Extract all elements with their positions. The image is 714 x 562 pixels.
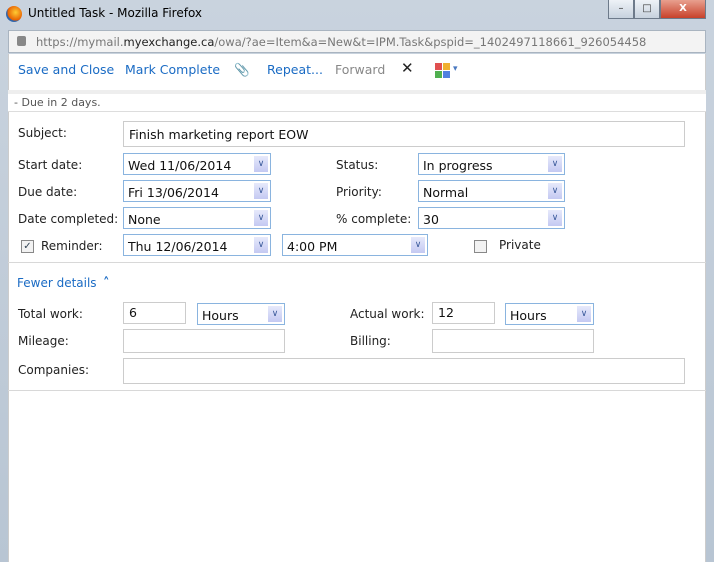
forward-button[interactable]: Forward [335, 62, 385, 77]
window-title: Untitled Task - Mozilla Firefox [28, 6, 203, 20]
total-work-label: Total work: [18, 307, 83, 321]
subject-label: Subject: [18, 126, 67, 140]
divider [8, 262, 706, 263]
chevron-down-icon: ∨ [254, 156, 268, 172]
private-label: Private [499, 238, 541, 252]
reminder-date-select[interactable]: Thu 12/06/2014 ∨ [123, 234, 271, 256]
chevron-down-icon: ∨ [577, 306, 591, 322]
chevron-down-icon: ∨ [411, 237, 425, 253]
mileage-input[interactable] [123, 329, 285, 353]
reminder-checkbox[interactable]: ✓ [21, 240, 34, 253]
save-and-close-button[interactable]: Save and Close [18, 62, 114, 77]
due-date-label: Due date: [18, 185, 78, 199]
chevron-down-icon: ∨ [254, 237, 268, 253]
bullet: - [14, 96, 18, 109]
chevron-down-icon: ∨ [548, 183, 562, 199]
date-completed-label: Date completed: [18, 212, 119, 226]
percent-complete-select[interactable]: 30 ∨ [418, 207, 565, 229]
reminder-label: Reminder: [41, 239, 103, 253]
companies-label: Companies: [18, 363, 89, 377]
categorize-dropdown-icon[interactable]: ▾ [453, 64, 458, 74]
start-date-label: Start date: [18, 158, 83, 172]
chevron-down-icon: ∨ [548, 210, 562, 226]
categorize-icon[interactable] [435, 63, 450, 78]
actual-work-label: Actual work: [350, 307, 425, 321]
fewer-details-link[interactable]: Fewer details [17, 276, 97, 290]
subject-input[interactable]: Finish marketing report EOW [123, 121, 685, 147]
reminder-time-select[interactable]: 4:00 PM ∨ [282, 234, 428, 256]
info-bar: - Due in 2 days. [8, 90, 706, 112]
start-date-select[interactable]: Wed 11/06/2014 ∨ [123, 153, 271, 175]
private-checkbox[interactable] [474, 240, 487, 253]
chevron-up-icon[interactable]: ˄ [103, 276, 110, 291]
actual-work-input[interactable]: 12 [432, 302, 495, 324]
divider [8, 390, 706, 391]
total-work-unit-select[interactable]: Hours ∨ [197, 303, 285, 325]
lock-icon [17, 36, 26, 46]
close-button[interactable]: X [660, 0, 706, 19]
mark-complete-button[interactable]: Mark Complete [125, 62, 220, 77]
title-bar: Untitled Task - Mozilla Firefox – □ X [0, 0, 714, 28]
status-select[interactable]: In progress ∨ [418, 153, 565, 175]
url-text: https://mymail.myexchange.ca/owa/?ae=Ite… [36, 35, 647, 49]
date-completed-select[interactable]: None ∨ [123, 207, 271, 229]
status-label: Status: [336, 158, 379, 172]
due-text: Due in 2 days. [21, 96, 101, 109]
chevron-down-icon: ∨ [254, 183, 268, 199]
mileage-label: Mileage: [18, 334, 69, 348]
total-work-input[interactable]: 6 [123, 302, 186, 324]
paperclip-icon[interactable]: 📎 [234, 62, 250, 78]
percent-complete-label: % complete: [336, 212, 412, 226]
billing-label: Billing: [350, 334, 391, 348]
chevron-down-icon: ∨ [268, 306, 282, 322]
due-date-select[interactable]: Fri 13/06/2014 ∨ [123, 180, 271, 202]
firefox-icon [6, 6, 22, 22]
companies-input[interactable] [123, 358, 685, 384]
chevron-down-icon: ∨ [254, 210, 268, 226]
chevron-down-icon: ∨ [548, 156, 562, 172]
priority-label: Priority: [336, 185, 382, 199]
priority-select[interactable]: Normal ∨ [418, 180, 565, 202]
delete-icon[interactable]: ✕ [401, 59, 414, 77]
maximize-button[interactable]: □ [634, 0, 660, 19]
minimize-button[interactable]: – [608, 0, 634, 19]
repeat-button[interactable]: Repeat... [267, 62, 323, 77]
billing-input[interactable] [432, 329, 594, 353]
actual-work-unit-select[interactable]: Hours ∨ [505, 303, 594, 325]
address-bar[interactable]: https://mymail.myexchange.ca/owa/?ae=Ite… [8, 30, 706, 53]
